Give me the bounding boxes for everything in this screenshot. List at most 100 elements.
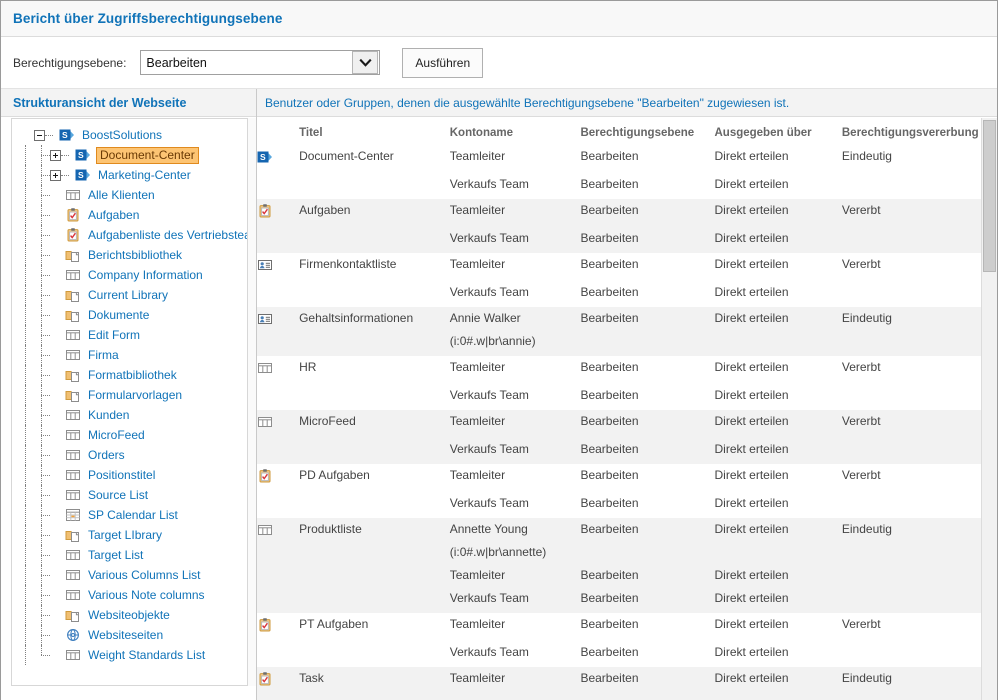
- tree-node[interactable]: Various Note columns: [18, 585, 247, 605]
- tree-node-label[interactable]: Kunden: [86, 407, 131, 424]
- row-account: Verkaufs Team: [450, 492, 581, 515]
- tree-node-label[interactable]: Target List: [86, 547, 145, 564]
- permission-level-select[interactable]: Bearbeiten: [140, 50, 381, 75]
- list-icon: [65, 467, 81, 483]
- tree-expander-spacer: [50, 450, 61, 461]
- tree-guide: [34, 425, 50, 445]
- tree-guide: [18, 465, 34, 485]
- tree-node[interactable]: Formularvorlagen: [18, 385, 247, 405]
- tree-node-label[interactable]: Marketing-Center: [96, 167, 193, 184]
- tree-node[interactable]: Websiteobjekte: [18, 605, 247, 625]
- tree-node[interactable]: Kunden: [18, 405, 247, 425]
- chevron-down-icon[interactable]: [352, 51, 379, 74]
- tree-node-label[interactable]: Source List: [86, 487, 150, 504]
- tree-node[interactable]: Websiteseiten: [18, 625, 247, 645]
- row-account: Verkaufs Team: [450, 384, 581, 407]
- row-given-via: Direkt erteilen: [714, 568, 789, 582]
- tree-node-label[interactable]: Alle Klienten: [86, 187, 157, 204]
- tree-node-label[interactable]: Company Information: [86, 267, 205, 284]
- tree-node[interactable]: Target List: [18, 545, 247, 565]
- expand-icon[interactable]: [50, 169, 61, 181]
- tree-node-label[interactable]: Document-Center: [96, 146, 199, 164]
- tree-node-label[interactable]: Edit Form: [86, 327, 142, 344]
- tree-node-label[interactable]: Dokumente: [86, 307, 151, 324]
- tree-node[interactable]: Firma: [18, 345, 247, 365]
- tree-node-label[interactable]: Firma: [86, 347, 121, 364]
- tree-node-label[interactable]: Weight Standards List: [86, 647, 207, 664]
- row-permission-level: Bearbeiten: [580, 591, 639, 605]
- tree-expander-spacer: [50, 370, 61, 381]
- left-pane-scroll-gutter[interactable]: [248, 118, 256, 686]
- row-inheritance: [842, 438, 997, 461]
- tree-node-label[interactable]: MicroFeed: [86, 427, 147, 444]
- permissions-scrollbar[interactable]: [981, 118, 997, 700]
- row-inheritance: [842, 641, 997, 664]
- tree-node[interactable]: Company Information: [18, 265, 247, 285]
- row-icon-cell: [257, 695, 299, 700]
- tree-guide: [34, 545, 50, 565]
- tree-node[interactable]: MicroFeed: [18, 425, 247, 445]
- tree-node[interactable]: Alle Klienten: [18, 185, 247, 205]
- tree-node-label[interactable]: Various Note columns: [86, 587, 207, 604]
- row-title: [299, 384, 450, 407]
- tree-guide: [34, 385, 50, 405]
- row-account-login: (i:0#.w|br\annette): [449, 545, 547, 559]
- tree-node[interactable]: Weight Standards List: [18, 645, 247, 665]
- tree-guide: [34, 505, 50, 525]
- row-icon-cell: [257, 307, 299, 353]
- row-given-via: Direkt erteilen: [714, 442, 789, 456]
- tree-node-label[interactable]: Formatbibliothek: [86, 367, 179, 384]
- tree-guide: [34, 445, 50, 465]
- tree-node-label[interactable]: Various Columns List: [86, 567, 203, 584]
- tree-node[interactable]: Formatbibliothek: [18, 365, 247, 385]
- tree-node-label[interactable]: Target LIbrary: [86, 527, 164, 544]
- tree-node-label[interactable]: Websiteobjekte: [86, 607, 172, 624]
- tree-node[interactable]: Current Library: [18, 285, 247, 305]
- tree-node[interactable]: S Marketing-Center: [18, 165, 247, 185]
- tree-node-label[interactable]: BoostSolutions: [80, 127, 164, 144]
- row-icon-cell: [257, 356, 299, 384]
- tree-node[interactable]: Berichtsbibliothek: [18, 245, 247, 265]
- tree-node-label[interactable]: Berichtsbibliothek: [86, 247, 184, 264]
- tree-node-label[interactable]: Orders: [86, 447, 127, 464]
- table-row: Aufgaben Teamleiter Bearbeiten Direkt ertei…: [257, 199, 997, 227]
- row-title: Produktliste: [299, 522, 362, 536]
- library-icon: [65, 247, 81, 263]
- table-row: PT Aufgaben Teamleiter Bearbeiten Direkt er…: [257, 613, 997, 641]
- tree-node-label[interactable]: Aufgabenliste des Vertriebsteams: [86, 227, 247, 244]
- row-account-name: Teamleiter: [449, 149, 506, 163]
- tree-node-label[interactable]: Websiteseiten: [86, 627, 165, 644]
- tree-node[interactable]: Aufgaben: [18, 205, 247, 225]
- list-icon: [65, 587, 81, 603]
- tree-node[interactable]: S BoostSolutions: [18, 125, 247, 145]
- tree-node[interactable]: Source List: [18, 485, 247, 505]
- permissions-table-body: S Document-Center Teamleiter Bearbeiten Dire…: [257, 145, 997, 700]
- tree-expander-spacer: [50, 230, 61, 241]
- tree-node[interactable]: Dokumente: [18, 305, 247, 325]
- tree-node[interactable]: SP Calendar List: [18, 505, 247, 525]
- tree-node-label[interactable]: Positionstitel: [86, 467, 157, 484]
- tree-expander-spacer: [50, 350, 61, 361]
- tree-node-label[interactable]: Formularvorlagen: [86, 387, 184, 404]
- tree-node-label[interactable]: Aufgaben: [86, 207, 141, 224]
- tree-node[interactable]: Aufgabenliste des Vertriebsteams: [18, 225, 247, 245]
- tree-node[interactable]: Positionstitel: [18, 465, 247, 485]
- tree-node[interactable]: Various Columns List: [18, 565, 247, 585]
- row-title: [299, 173, 450, 196]
- scrollbar-thumb[interactable]: [983, 120, 996, 272]
- tree-node-label[interactable]: Current Library: [86, 287, 170, 304]
- collapse-icon[interactable]: [34, 129, 45, 141]
- table-row: HR Teamleiter Bearbeiten Direkt erteilen Ver…: [257, 356, 997, 384]
- row-inheritance: Vererbt: [841, 360, 881, 374]
- tree-node[interactable]: Target LIbrary: [18, 525, 247, 545]
- tree-node[interactable]: Orders: [18, 445, 247, 465]
- row-title: [299, 641, 450, 664]
- expand-icon[interactable]: [50, 149, 61, 161]
- tree-node[interactable]: S Document-Center: [18, 145, 247, 165]
- run-button[interactable]: Ausführen: [402, 47, 484, 78]
- tree-node[interactable]: Edit Form: [18, 325, 247, 345]
- row-permission-level: Bearbeiten: [580, 671, 639, 685]
- tree-guide: [18, 625, 34, 645]
- site-structure-body: S BoostSolutions S Document-Center S Marketin…: [11, 118, 248, 686]
- tree-node-label[interactable]: SP Calendar List: [86, 507, 180, 524]
